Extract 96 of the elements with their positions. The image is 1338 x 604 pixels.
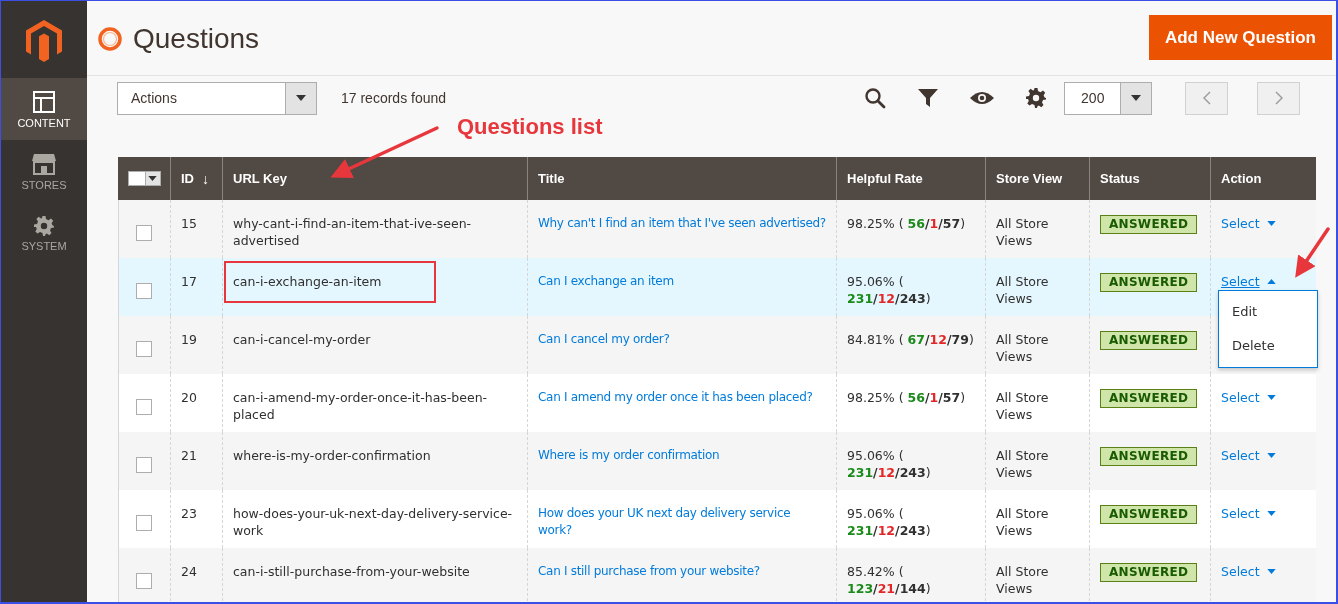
row-checkbox[interactable] bbox=[136, 283, 152, 299]
caret-icon bbox=[1266, 569, 1276, 574]
filter-icon[interactable] bbox=[918, 89, 939, 107]
helpful-rate-text: 98.25% ( 56/1/57) bbox=[847, 390, 966, 405]
store-icon bbox=[32, 152, 56, 175]
gear-icon bbox=[34, 215, 54, 236]
question-link[interactable]: How does your UK next day delivery service work? bbox=[538, 505, 826, 539]
row-checkbox[interactable] bbox=[136, 515, 152, 531]
table-cell: why-cant-i-find-an-item-that-ive-seen-advertised bbox=[233, 216, 472, 248]
question-link[interactable]: Can I still purchase from your website? bbox=[538, 563, 826, 580]
table-cell: All Store Views bbox=[996, 216, 1049, 248]
status-badge: ANSWERED bbox=[1100, 505, 1198, 524]
settings-icon[interactable] bbox=[1026, 88, 1047, 108]
row-checkbox[interactable] bbox=[136, 573, 152, 589]
helpful-rate-text: 85.42% ( 123/21/144) bbox=[847, 564, 931, 596]
menu-item[interactable]: Edit bbox=[1219, 295, 1317, 329]
actions-dropdown[interactable]: Actions bbox=[117, 81, 317, 115]
table-cell: 15 bbox=[181, 216, 197, 231]
table-cell: All Store Views bbox=[996, 332, 1049, 364]
status-badge: ANSWERED bbox=[1100, 563, 1198, 582]
chevron-right-icon bbox=[1274, 91, 1283, 105]
sidebar-item[interactable]: SYSTEM bbox=[1, 202, 87, 264]
helpful-rate-text: 98.25% ( 56/1/57) bbox=[847, 216, 966, 231]
select-link[interactable]: Select bbox=[1221, 273, 1276, 290]
status-badge: ANSWERED bbox=[1100, 273, 1198, 292]
table-cell: can-i-cancel-my-order bbox=[233, 332, 371, 347]
page-title: Questions bbox=[133, 24, 260, 54]
question-link[interactable]: Can I cancel my order? bbox=[538, 331, 826, 348]
logo-icon[interactable] bbox=[26, 20, 62, 62]
loader-icon bbox=[97, 26, 123, 52]
previous-page-button[interactable] bbox=[1185, 81, 1229, 115]
sidebar-item[interactable]: CONTENT bbox=[1, 78, 87, 140]
row-checkbox[interactable] bbox=[136, 341, 152, 357]
table-cell: 21 bbox=[181, 448, 197, 463]
table-cell: can-i-exchange-an-item bbox=[233, 274, 382, 289]
question-link[interactable]: Can I amend my order once it has been placed? bbox=[538, 389, 826, 406]
column-header[interactable]: URL Key bbox=[233, 170, 287, 187]
table-cell: All Store Views bbox=[996, 274, 1049, 306]
sidebar-item[interactable]: STORES bbox=[1, 140, 87, 202]
select-link[interactable]: Select bbox=[1221, 215, 1276, 232]
next-page-button[interactable] bbox=[1257, 81, 1301, 115]
table-cell: 17 bbox=[181, 274, 197, 289]
caret-icon bbox=[1266, 221, 1276, 226]
select-all-checkbox[interactable] bbox=[127, 171, 161, 186]
records-count: 17 records found bbox=[341, 90, 447, 106]
helpful-rate-text: 95.06% ( 231/12/243) bbox=[847, 506, 931, 538]
status-badge: ANSWERED bbox=[1100, 215, 1198, 234]
table-cell: can-i-amend-my-order-once-it-has-been-placed bbox=[233, 390, 488, 422]
table-cell: can-i-still-purchase-from-your-website bbox=[233, 564, 470, 579]
table-cell: where-is-my-order-confirmation bbox=[233, 448, 431, 463]
caret-icon bbox=[1266, 395, 1276, 400]
select-link[interactable]: Select bbox=[1221, 447, 1276, 464]
layout-icon bbox=[33, 90, 55, 113]
eye-icon[interactable] bbox=[970, 91, 995, 105]
annotation-arrow bbox=[1295, 227, 1330, 278]
menu-item[interactable]: Delete bbox=[1219, 329, 1317, 363]
table-cell: All Store Views bbox=[996, 448, 1049, 480]
question-link[interactable]: Where is my order confirmation bbox=[538, 447, 826, 464]
sort-arrow[interactable]: ↓ bbox=[202, 170, 209, 187]
status-badge: ANSWERED bbox=[1100, 389, 1198, 408]
table-cell: All Store Views bbox=[996, 390, 1049, 422]
caret-icon bbox=[148, 176, 157, 181]
add-new-question-button[interactable]: Add New Question bbox=[1148, 15, 1332, 60]
table-cell: All Store Views bbox=[996, 564, 1049, 596]
helpful-rate-text: 95.06% ( 231/12/243) bbox=[847, 448, 931, 480]
chevron-left-icon bbox=[1202, 91, 1211, 105]
annotation-label: Questions list bbox=[457, 114, 603, 140]
column-header[interactable]: Action bbox=[1221, 170, 1262, 187]
table-cell: 19 bbox=[181, 332, 197, 347]
row-checkbox[interactable] bbox=[136, 225, 152, 241]
column-header[interactable]: ID bbox=[181, 170, 194, 187]
question-link[interactable]: Why can't I find an item that I've seen advertised? bbox=[538, 215, 826, 232]
table-cell: 24 bbox=[181, 564, 197, 579]
select-link[interactable]: Select bbox=[1221, 505, 1276, 522]
question-link[interactable]: Can I exchange an item bbox=[538, 273, 826, 290]
caret-up-icon bbox=[1266, 279, 1276, 284]
table-cell: All Store Views bbox=[996, 506, 1049, 538]
column-header[interactable]: Title bbox=[538, 170, 565, 187]
row-checkbox[interactable] bbox=[136, 457, 152, 473]
caret-icon bbox=[1266, 453, 1276, 458]
status-badge: ANSWERED bbox=[1100, 331, 1198, 350]
caret-icon bbox=[296, 95, 306, 101]
caret-icon bbox=[1266, 511, 1276, 516]
per-page-dropdown[interactable]: 200 bbox=[1064, 81, 1153, 115]
select-link[interactable]: Select bbox=[1221, 563, 1276, 580]
table-cell: how-does-your-uk-next-day-delivery-service-work bbox=[233, 506, 513, 538]
table-cell: 23 bbox=[181, 506, 197, 521]
table-cell: 20 bbox=[181, 390, 197, 405]
select-link[interactable]: Select bbox=[1221, 389, 1276, 406]
search-icon[interactable] bbox=[864, 87, 887, 109]
status-badge: ANSWERED bbox=[1100, 447, 1198, 466]
helpful-rate-text: 84.81% ( 67/12/79) bbox=[847, 332, 974, 347]
helpful-rate-text: 95.06% ( 231/12/243) bbox=[847, 274, 931, 306]
caret-icon bbox=[1131, 95, 1142, 101]
column-header[interactable]: Status bbox=[1100, 170, 1140, 187]
row-checkbox[interactable] bbox=[136, 399, 152, 415]
